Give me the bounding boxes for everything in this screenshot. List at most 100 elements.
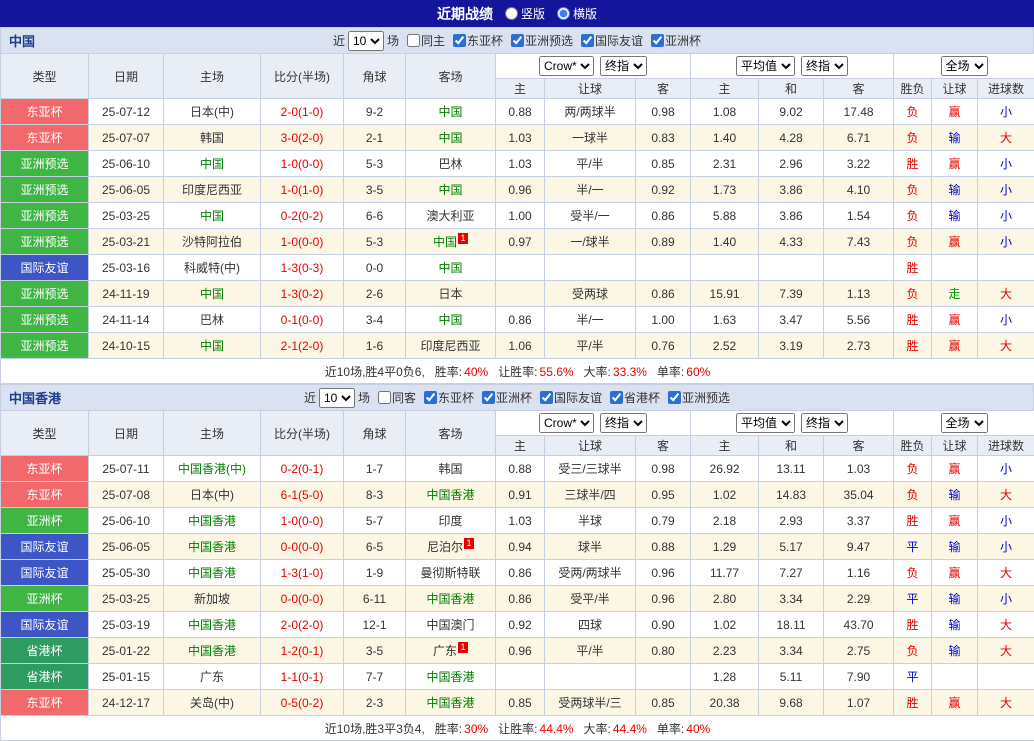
corners-cell: 2-3: [344, 690, 406, 716]
column-header: 类型: [1, 411, 89, 456]
odds-source-select[interactable]: Crow*: [539, 56, 594, 76]
score-cell: 2-0(2-0): [261, 612, 344, 638]
handicap-line-cell: 三球半/四: [545, 482, 636, 508]
competition-filter[interactable]: 东亚杯: [424, 389, 474, 406]
same-venue-checkbox[interactable]: [378, 391, 391, 404]
odds-source-select[interactable]: 终指: [600, 56, 647, 76]
avg-draw-odds-cell: 3.19: [759, 333, 824, 359]
avg-away-odds-cell: 17.48: [824, 99, 894, 125]
competition-checkbox[interactable]: [453, 34, 466, 47]
handicap-away-odds-cell: 0.98: [636, 99, 691, 125]
date-cell: 24-11-14: [89, 307, 164, 333]
competition-filter[interactable]: 亚洲杯: [482, 389, 532, 406]
layout-option-vertical[interactable]: 竖版: [505, 5, 545, 22]
column-header: 角球: [344, 54, 406, 99]
scope-select[interactable]: 全场: [941, 56, 988, 76]
avg-home-odds-cell: 1.02: [691, 482, 759, 508]
away-team-cell: 印度尼西亚: [406, 333, 496, 359]
score-cell: 0-1(0-0): [261, 307, 344, 333]
away-team-cell: 中国香港: [406, 586, 496, 612]
avg-away-odds-cell: 1.13: [824, 281, 894, 307]
handicap-result-cell: 赢: [932, 151, 978, 177]
competition-filter[interactable]: 国际友谊: [540, 389, 602, 406]
handicap-home-odds-cell: 0.88: [496, 456, 545, 482]
competition-checkbox[interactable]: [482, 391, 495, 404]
match-row: 亚洲杯25-03-25新加坡0-0(0-0)6-11中国香港0.86受平/半0.…: [1, 586, 1034, 612]
competition-checkbox[interactable]: [540, 391, 553, 404]
home-team-cell: 中国香港: [164, 560, 261, 586]
summary-stat: 让胜率:55.6%: [498, 365, 573, 379]
match-count-select[interactable]: 10: [319, 388, 355, 408]
competition-filter[interactable]: 亚洲预选: [668, 389, 730, 406]
competition-label: 亚洲杯: [496, 389, 532, 406]
avg-home-odds-cell: 1.28: [691, 664, 759, 690]
away-team-cell: 中国香港: [406, 664, 496, 690]
handicap-home-odds-cell: 0.85: [496, 690, 545, 716]
layout-option-horizontal[interactable]: 横版: [557, 5, 597, 22]
odds-source-select[interactable]: 平均值: [736, 413, 795, 433]
competition-cell: 亚洲预选: [1, 229, 89, 255]
corners-cell: 9-2: [344, 99, 406, 125]
competition-checkbox[interactable]: [581, 34, 594, 47]
competition-filter[interactable]: 国际友谊: [581, 32, 643, 49]
handicap-away-odds-cell: 0.85: [636, 151, 691, 177]
handicap-home-odds-cell: 1.03: [496, 508, 545, 534]
column-header: 让球: [545, 79, 636, 99]
same-venue-filter[interactable]: 同客: [378, 389, 416, 406]
match-row: 亚洲预选25-06-05印度尼西亚1-0(1-0)3-5中国0.96半/一0.9…: [1, 177, 1034, 203]
avg-draw-odds-cell: 7.27: [759, 560, 824, 586]
avg-home-odds-cell: 26.92: [691, 456, 759, 482]
competition-checkbox[interactable]: [668, 391, 681, 404]
column-header: 主: [691, 436, 759, 456]
handicap-line-cell: 半/一: [545, 307, 636, 333]
handicap-line-cell: [545, 664, 636, 690]
competition-filter[interactable]: 省港杯: [610, 389, 660, 406]
handicap-away-odds-cell: 0.92: [636, 177, 691, 203]
summary-stat: 胜率:30%: [435, 722, 488, 736]
same-venue-checkbox[interactable]: [407, 34, 420, 47]
match-row: 国际友谊25-03-16科威特(中)1-3(0-3)0-0中国胜: [1, 255, 1034, 281]
horizontal-layout-radio[interactable]: [557, 7, 570, 20]
handicap-line-cell: 受两/两球半: [545, 560, 636, 586]
goals-result-cell: 小: [978, 229, 1034, 255]
competition-filter[interactable]: 东亚杯: [453, 32, 503, 49]
competition-checkbox[interactable]: [610, 391, 623, 404]
date-cell: 25-03-25: [89, 586, 164, 612]
handicap-line-cell: 受平/半: [545, 586, 636, 612]
odds-source-select[interactable]: 终指: [801, 56, 848, 76]
scope-select[interactable]: 全场: [941, 413, 988, 433]
summary-stat: 让胜率:44.4%: [498, 722, 573, 736]
summary-stat: 单率:60%: [657, 365, 710, 379]
same-venue-filter[interactable]: 同主: [407, 32, 445, 49]
handicap-away-odds-cell: 0.83: [636, 125, 691, 151]
competition-filter[interactable]: 亚洲杯: [651, 32, 701, 49]
vertical-layout-radio[interactable]: [505, 7, 518, 20]
competition-checkbox[interactable]: [511, 34, 524, 47]
score-cell: 6-1(5-0): [261, 482, 344, 508]
competition-checkbox[interactable]: [651, 34, 664, 47]
same-venue-label: 同主: [421, 32, 445, 49]
home-team-cell: 印度尼西亚: [164, 177, 261, 203]
handicap-home-odds-cell: 1.06: [496, 333, 545, 359]
avg-home-odds-cell: 2.31: [691, 151, 759, 177]
away-team-cell: 中国: [406, 177, 496, 203]
handicap-result-cell: 赢: [932, 307, 978, 333]
result-cell: 胜: [894, 307, 932, 333]
avg-home-odds-cell: 2.18: [691, 508, 759, 534]
avg-away-odds-cell: 7.90: [824, 664, 894, 690]
results-table-china: 类型日期主场比分(半场)角球客场Crow*终指平均值终指全场主让球客主和客胜负让…: [0, 53, 1034, 384]
odds-source-select[interactable]: 平均值: [736, 56, 795, 76]
odds-source-select[interactable]: Crow*: [539, 413, 594, 433]
odds-source-select[interactable]: 终指: [600, 413, 647, 433]
summary-record: 近10场,胜4平0负6,: [325, 365, 425, 379]
competition-filter[interactable]: 亚洲预选: [511, 32, 573, 49]
handicap-away-odds-cell: [636, 255, 691, 281]
avg-draw-odds-cell: 3.86: [759, 177, 824, 203]
result-cell: 胜: [894, 508, 932, 534]
match-count-select[interactable]: 10: [348, 31, 384, 51]
corners-cell: 6-5: [344, 534, 406, 560]
competition-checkbox[interactable]: [424, 391, 437, 404]
handicap-result-cell: 赢: [932, 560, 978, 586]
avg-away-odds-cell: 1.03: [824, 456, 894, 482]
odds-source-select[interactable]: 终指: [801, 413, 848, 433]
